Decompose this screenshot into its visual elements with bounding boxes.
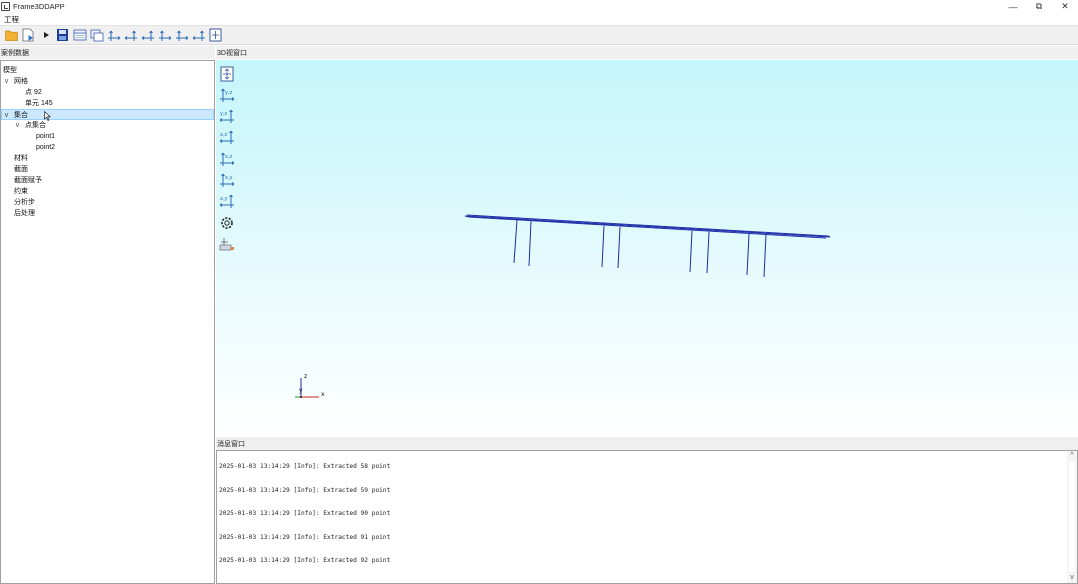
bridge-piers	[513, 219, 767, 278]
tree-item-sets[interactable]: v 集合	[1, 109, 214, 121]
log-line: 2025-01-03 13:14:29 [Info]: Extracted 59…	[219, 487, 391, 494]
scroll-up-icon[interactable]: ^	[1067, 451, 1077, 461]
tree-item-material[interactable]: 材料	[1, 153, 214, 164]
log-line: 2025-01-03 13:14:29 [Info]: Extracted 90…	[219, 510, 391, 517]
copy-window-icon[interactable]	[89, 27, 104, 43]
new-file-icon[interactable]	[21, 27, 36, 43]
window-title: Frame3DDAPP	[13, 2, 65, 11]
tree-item-model[interactable]: 模型	[1, 65, 214, 76]
log-scrollbar[interactable]: ^ v	[1067, 451, 1077, 583]
window-icon[interactable]	[72, 27, 87, 43]
log-line: 2025-01-03 13:14:29 [Info]: Extracted 92…	[219, 557, 391, 564]
log-panel-header: 消息窗口	[216, 437, 1078, 450]
restore-button[interactable]: ⧉	[1026, 0, 1052, 13]
x-axis-label: x	[321, 391, 325, 398]
title-bar: Frame3DDAPP — ⧉ ✕	[0, 0, 1078, 13]
model-tree: 模型 v 网格 点 92 单元 145 v 集合 v 点集合 point1 po…	[0, 60, 215, 584]
play-icon[interactable]	[38, 27, 53, 43]
tree-item-elements[interactable]: 单元 145	[1, 98, 214, 109]
tree-item-section-assign[interactable]: 截面赋予	[1, 175, 214, 186]
view-yx-icon[interactable]	[191, 27, 206, 43]
menu-bar: 工程	[0, 13, 1078, 25]
folder-icon[interactable]	[4, 27, 19, 43]
y-axis-label: y	[299, 387, 303, 394]
scroll-thumb[interactable]	[1069, 462, 1075, 572]
viewport-header: 3D视窗口	[216, 46, 1078, 59]
tree-item-mesh[interactable]: v 网格	[1, 76, 214, 87]
toolbar	[0, 25, 1078, 45]
log-line: 2025-01-03 13:14:29 [Info]: Extracted 58…	[219, 463, 391, 470]
window-controls: — ⧉ ✕	[1000, 0, 1078, 13]
tree-item-point1[interactable]: point1	[1, 131, 214, 142]
tree-item-section[interactable]: 截面	[1, 164, 214, 175]
app-icon	[1, 2, 10, 11]
scroll-down-icon[interactable]: v	[1067, 573, 1077, 583]
view-zy-icon[interactable]	[123, 27, 138, 43]
fit-view-icon[interactable]	[208, 27, 223, 43]
menu-item-project[interactable]: 工程	[4, 14, 19, 25]
view-xy-icon[interactable]	[174, 27, 189, 43]
structure-model: z x y	[295, 214, 831, 398]
chevron-down-icon[interactable]: v	[2, 76, 11, 87]
view-yz-icon[interactable]	[106, 27, 121, 43]
z-axis-label: z	[304, 373, 307, 380]
tree-item-constraint[interactable]: 约束	[1, 186, 214, 197]
tree-item-points[interactable]: 点 92	[1, 87, 214, 98]
tree-panel-header: 案例数据	[0, 46, 215, 59]
axis-triad: z x y	[295, 373, 325, 398]
minimize-button[interactable]: —	[1000, 0, 1026, 13]
view-xz-icon[interactable]	[140, 27, 155, 43]
3d-viewport[interactable]: y,z y,z x,z x,z x,y x,y z x y	[216, 60, 1078, 436]
view-zx-icon[interactable]	[157, 27, 172, 43]
tree-item-analysis-step[interactable]: 分析步	[1, 197, 214, 208]
log-line: 2025-01-03 13:14:29 [Info]: Extracted 91…	[219, 534, 391, 541]
tree-item-point-sets[interactable]: v 点集合	[1, 120, 214, 131]
close-button[interactable]: ✕	[1052, 0, 1078, 13]
bridge-deck	[464, 214, 831, 239]
tree-item-postprocess[interactable]: 后处理	[1, 208, 214, 219]
save-disk-icon[interactable]	[55, 27, 70, 43]
chevron-down-icon[interactable]: v	[13, 120, 22, 131]
tree-item-point2[interactable]: point2	[1, 142, 214, 153]
message-log: 2025-01-03 13:14:29 [Info]: Extracted 58…	[216, 450, 1078, 584]
